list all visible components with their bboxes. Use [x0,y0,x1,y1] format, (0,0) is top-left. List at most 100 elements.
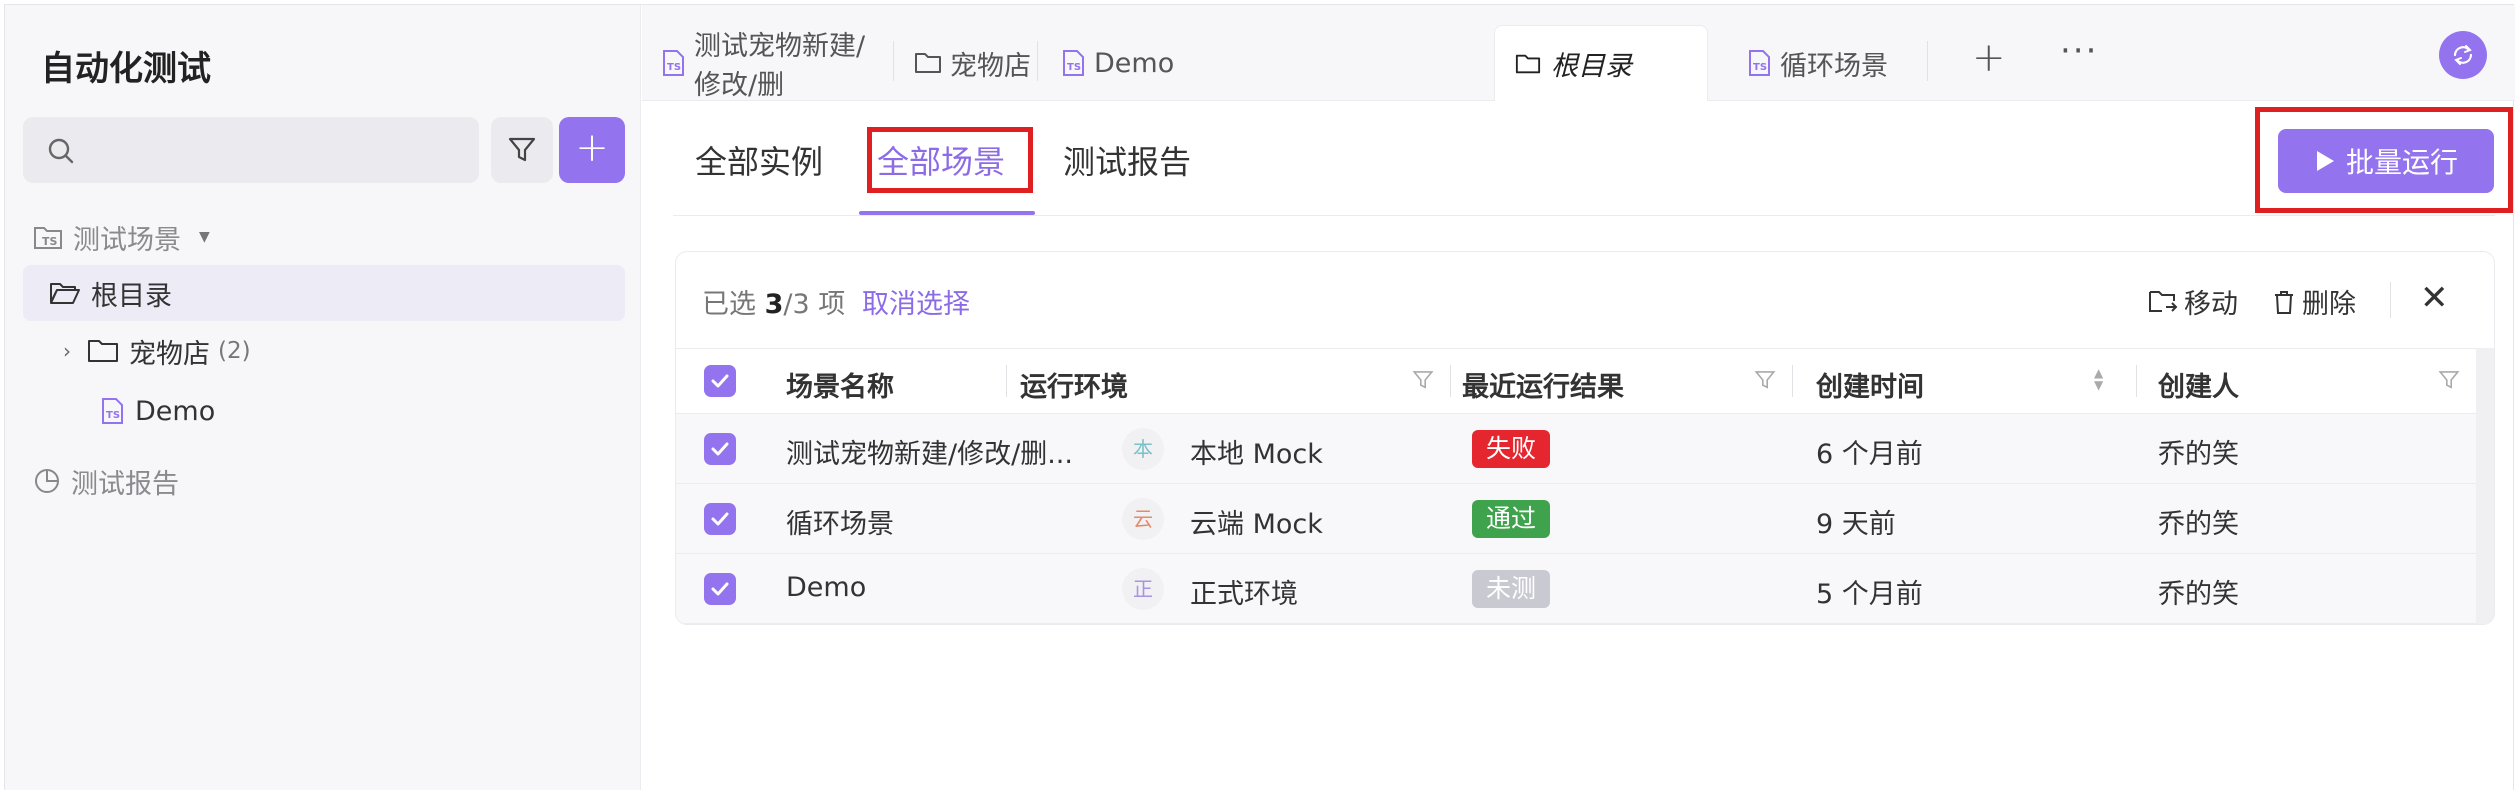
creator: 乔的笑 [2158,579,2239,610]
select-all-checkbox[interactable] [704,365,736,397]
tree-label: 测试场景 [73,224,181,256]
ts-file-icon: TS [1746,49,1772,77]
move-button[interactable]: 移动 [2148,282,2238,321]
highlight-box [2255,107,2513,213]
result-badge-fail: 失败 [1472,430,1551,468]
tab-demo[interactable]: TS Demo [1038,25,1175,101]
caret-down-icon[interactable]: ▼ [199,229,210,245]
folder-open-icon [49,280,81,306]
env-icon: 本 [1122,428,1164,470]
trash-icon [2275,290,2293,314]
scenario-name[interactable]: Demo [786,572,866,603]
check-icon [711,374,729,388]
scenario-name[interactable]: 循环场景 [786,502,894,541]
ts-folder-icon: TS [33,223,63,251]
filter-button[interactable] [491,117,553,183]
search-icon [48,138,74,164]
column-header-created: 创建时间 [1816,372,1924,403]
subtab-all-instances[interactable]: 全部实例 [695,137,823,183]
sidebar: 自动化测试 + TS 测试场景 ▼ 根目录 › 宠物店 (2) TS Demo … [5,5,641,790]
svg-text:TS: TS [42,235,58,248]
tab-label: 宠物店 [950,50,1031,82]
folder-icon [87,338,119,364]
tab-label: 根目录 [1551,51,1632,82]
tab-label: Demo [1094,47,1175,79]
result-badge-pass: 通过 [1472,500,1551,538]
tree-item-test-scenarios[interactable]: TS 测试场景 ▼ [23,209,625,265]
tree-item-demo[interactable]: TS Demo [23,383,625,439]
scenario-name[interactable]: 测试宠物新建/修改/删... [786,432,1073,471]
folder-icon [1515,52,1541,76]
created-time: 6 个月前 [1816,439,1923,470]
ts-file-icon: TS [99,397,125,425]
tab-label: 测试宠物新建/修改/删 [694,31,866,101]
highlight-box [867,127,1033,193]
sort-icon[interactable]: ▲ ▼ [2094,367,2103,391]
tree-item-pet-store[interactable]: › 宠物店 (2) [23,323,625,379]
column-header-result: 最近运行结果 [1462,372,1624,403]
table-header: 场景名称 运行环境 最近运行结果 创建时间 ▲ ▼ 创建人 [676,348,2476,414]
tab-root[interactable]: 根目录 [1494,25,1708,101]
delete-button[interactable]: 删除 [2272,282,2356,321]
close-icon[interactable]: ✕ [2420,278,2449,318]
table-row[interactable]: Demo 正 正式环境 未测 5 个月前 乔的笑 [676,554,2476,624]
check-icon [711,582,729,596]
check-icon [711,512,729,526]
svg-text:TS: TS [1753,62,1767,73]
toolbar-divider [2390,282,2391,318]
filter-icon[interactable] [2438,369,2460,395]
filter-icon[interactable] [1412,369,1434,395]
result-badge-untested: 未测 [1472,570,1551,608]
app-window: 自动化测试 + TS 测试场景 ▼ 根目录 › 宠物店 (2) TS Demo … [4,4,2515,790]
tab-pet-crud[interactable]: TS 测试宠物新建/修改/删 [656,25,894,101]
column-header-env: 运行环境 [1020,372,1128,403]
tab-pet-store[interactable]: 宠物店 [900,25,1038,101]
pie-chart-icon [33,467,61,495]
column-header-name: 场景名称 [786,372,894,403]
tree-label: 测试报告 [71,468,179,500]
move-folder-icon [2149,290,2178,312]
add-button[interactable]: + [559,117,625,183]
tree-label: 根目录 [91,280,172,312]
creator: 乔的笑 [2158,509,2239,540]
filter-icon[interactable] [1754,369,1776,395]
tab-label: 循环场景 [1780,50,1888,82]
more-tabs-button[interactable]: ··· [2060,31,2098,71]
env-name: 正式环境 [1190,579,1298,610]
tree-item-root[interactable]: 根目录 [23,265,625,321]
filter-icon [508,137,536,162]
move-label: 移动 [2184,289,2238,320]
table-scrollbar[interactable] [2476,348,2494,624]
tree-label: 宠物店 [129,338,210,370]
row-checkbox[interactable] [704,503,736,535]
search-input[interactable] [23,117,479,183]
tab-bar: TS 测试宠物新建/修改/删 宠物店 TS Demo 根目录 TS 循环场景 +… [642,5,2515,101]
subtab-test-reports[interactable]: 测试报告 [1063,137,1191,183]
sync-icon [2453,45,2473,65]
column-header-creator: 创建人 [2158,372,2239,403]
env-icon: 云 [1122,498,1164,540]
folder-icon [914,51,942,75]
env-name: 云端 Mock [1190,509,1323,540]
tree-item-test-reports[interactable]: 测试报告 [23,453,625,509]
env-icon: 正 [1122,568,1164,610]
selection-count: 已选 3/3 项 [702,289,846,320]
sync-button[interactable] [2439,31,2487,79]
table-row[interactable]: 测试宠物新建/修改/删... 本 本地 Mock 失败 6 个月前 乔的笑 [676,414,2476,484]
scenario-table-card: 已选 3/3 项 取消选择 移动 删除 ✕ 场景名称 运行环境 最近运行结果 创… [675,251,2495,625]
row-checkbox[interactable] [704,573,736,605]
new-tab-button[interactable]: + [1972,35,2006,81]
ts-file-icon: TS [1060,49,1086,77]
app-title: 自动化测试 [41,49,211,89]
chevron-right-icon[interactable]: › [63,339,71,363]
tree-count: (2) [218,338,251,364]
tab-loop-scenario[interactable]: TS 循环场景 [1732,25,1928,101]
cancel-selection-link[interactable]: 取消选择 [862,282,970,321]
table-row[interactable]: 循环场景 云 云端 Mock 通过 9 天前 乔的笑 [676,484,2476,554]
ts-file-icon: TS [660,49,686,77]
created-time: 9 天前 [1816,509,1896,540]
tree-label: Demo [135,395,216,427]
row-checkbox[interactable] [704,433,736,465]
subtab-divider [673,215,2495,216]
env-name: 本地 Mock [1190,439,1323,470]
